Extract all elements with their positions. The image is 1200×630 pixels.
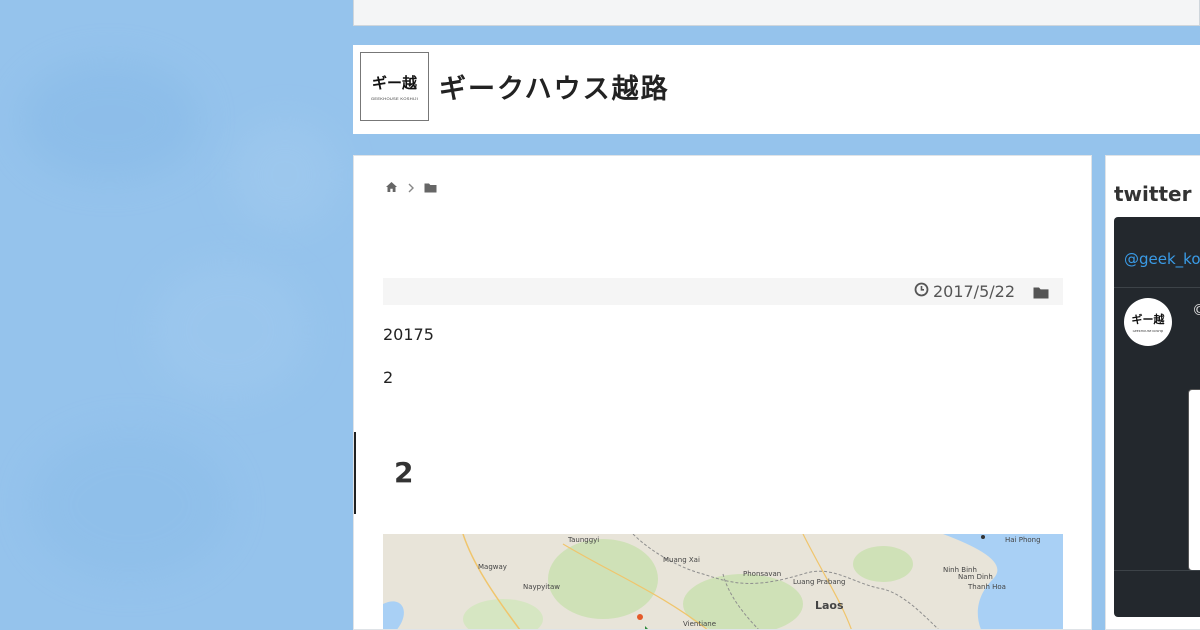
- breadcrumb: [385, 178, 437, 197]
- twitter-widget-title: twitter: [1114, 182, 1192, 206]
- tweet-media[interactable]: [1188, 389, 1200, 571]
- article-card: 2017/5/22 20175 2 2 Hai Phong Laos Naypyit…: [353, 155, 1092, 630]
- chevron-right-icon: [408, 178, 414, 197]
- twitter-timeline[interactable]: @geek_kos ギー越 GEEKHOUSE KOSHIJI ©: [1114, 217, 1200, 617]
- divider: [1114, 570, 1200, 571]
- avatar-subtext: GEEKHOUSE KOSHIJI: [1132, 329, 1164, 333]
- clock-icon: [914, 282, 929, 301]
- heading-accent-bar: [354, 432, 356, 514]
- sidebar-widget: twitter @geek_kos ギー越 GEEKHOUSE KOSHIJI …: [1105, 155, 1200, 630]
- post-meta-bar: 2017/5/22: [383, 278, 1063, 305]
- twitter-handle-link[interactable]: @geek_kos: [1124, 250, 1200, 268]
- folder-icon[interactable]: [424, 178, 437, 197]
- logo-text: ギー越: [371, 74, 417, 92]
- post-paragraph: 20175: [383, 325, 434, 344]
- map-label: Laos: [815, 599, 844, 612]
- home-icon[interactable]: [385, 178, 398, 197]
- avatar-text: ギー越: [1131, 313, 1165, 326]
- post-date-text: 2017/5/22: [932, 282, 1015, 301]
- post-paragraph: 2: [383, 368, 394, 387]
- map-label: Thanh Hoa: [967, 583, 1006, 591]
- post-heading: 2: [394, 456, 414, 489]
- logo-subtext: GEEKHOUSE KOSHIJI: [370, 96, 419, 101]
- map-label: Luang Prabang: [793, 578, 846, 586]
- divider: [1114, 287, 1200, 288]
- avatar[interactable]: ギー越 GEEKHOUSE KOSHIJI: [1124, 298, 1172, 346]
- site-logo[interactable]: ギー越 GEEKHOUSE KOSHIJI: [360, 52, 429, 121]
- map-label: Hai Phong: [1005, 536, 1041, 544]
- tweet-text: ©: [1192, 301, 1200, 319]
- map-label: Naypyitaw: [523, 583, 560, 591]
- map-label: Phonsavan: [743, 570, 781, 578]
- site-title[interactable]: ギークハウス越路: [439, 67, 670, 106]
- map-label: Nam Dinh: [958, 573, 993, 581]
- map-label: Vientiane: [683, 620, 716, 628]
- post-date: 2017/5/22: [914, 282, 1015, 301]
- map-image[interactable]: Hai Phong Laos Naypyitaw Magway Taunggyi Luan…: [383, 534, 1063, 629]
- category-folder-icon[interactable]: [1033, 284, 1049, 303]
- map-label: Taunggyi: [567, 536, 599, 544]
- map-label: Magway: [478, 563, 507, 571]
- site-header: ギー越 GEEKHOUSE KOSHIJI ギークハウス越路: [353, 45, 1200, 134]
- top-bar: [353, 0, 1200, 26]
- map-label: Muang Xai: [663, 556, 700, 564]
